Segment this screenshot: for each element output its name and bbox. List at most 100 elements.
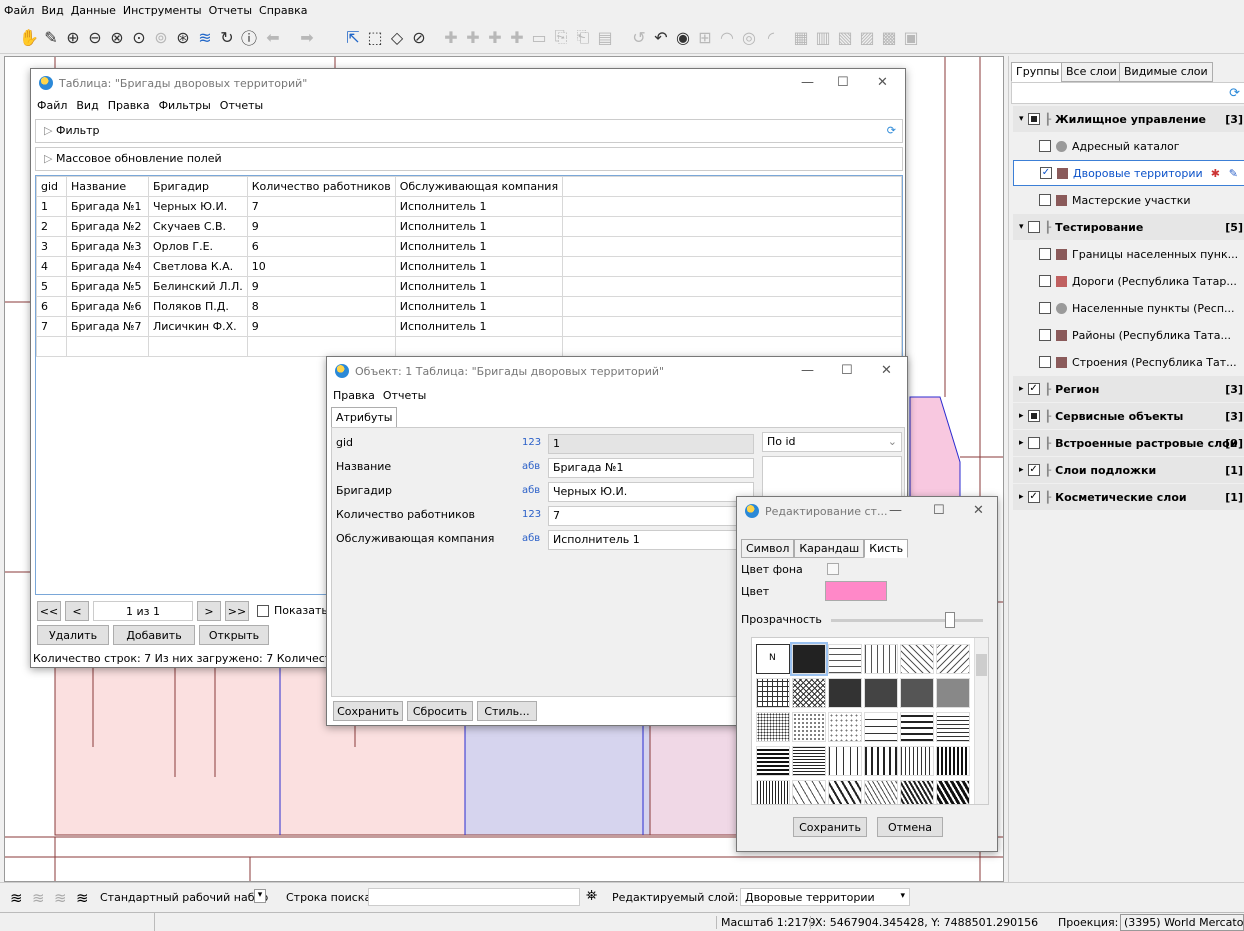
- brush-pattern[interactable]: [756, 780, 790, 804]
- close-icon[interactable]: ✕: [877, 75, 888, 90]
- table-cell[interactable]: 9: [246, 216, 396, 237]
- layer-checkbox[interactable]: [1027, 437, 1040, 449]
- layer-checkbox[interactable]: ✓: [1027, 491, 1040, 503]
- tab-visible-layers[interactable]: Видимые слои: [1119, 62, 1213, 82]
- table-cell[interactable]: 1: [36, 196, 67, 217]
- column-header[interactable]: Название: [66, 176, 149, 197]
- style-button[interactable]: Стиль...: [477, 701, 537, 721]
- menu-tools[interactable]: Инструменты: [123, 4, 202, 17]
- projection-select[interactable]: (3395) World Mercator WGS 84: [1120, 914, 1244, 931]
- layer-checkbox[interactable]: [1027, 221, 1040, 233]
- tab-groups[interactable]: Группы: [1011, 62, 1065, 82]
- color-swatch[interactable]: [825, 581, 887, 601]
- column-header[interactable]: Обслуживающая компания: [394, 176, 564, 197]
- brush-pattern[interactable]: [900, 746, 934, 776]
- table-cell[interactable]: Черных Ю.И.: [148, 196, 248, 217]
- layer-checkbox[interactable]: [1039, 194, 1051, 206]
- layer-checkbox[interactable]: [1039, 302, 1051, 314]
- layer-tree-item[interactable]: Дороги (Республика Татар...: [1013, 268, 1244, 294]
- add-object-icon[interactable]: ✚: [506, 26, 528, 48]
- layers-icon[interactable]: ≋: [54, 889, 67, 907]
- layer-checkbox[interactable]: [1039, 329, 1051, 341]
- field-value-input[interactable]: Исполнитель 1: [548, 530, 754, 550]
- save-button[interactable]: Сохранить: [333, 701, 403, 721]
- brush-pattern[interactable]: [936, 712, 970, 742]
- close-icon[interactable]: ✕: [881, 363, 892, 378]
- workset-select[interactable]: Стандартный рабочий набор: [100, 891, 268, 904]
- chevron-right-icon[interactable]: ▾: [1019, 222, 1024, 232]
- column-header[interactable]: gid: [36, 176, 67, 197]
- layer-tree-item[interactable]: Мастерские участки: [1013, 187, 1244, 213]
- layer-tree-item[interactable]: ✓ Дворовые территории ✱ ✎: [1013, 160, 1244, 186]
- brush-pattern[interactable]: [828, 644, 862, 674]
- table-row[interactable]: 2 Бригада №2 Скучаев С.В. 9 Исполнитель 1: [36, 216, 902, 237]
- select-polygon-icon[interactable]: ◇: [386, 26, 408, 48]
- tw-menu-file[interactable]: Файл: [37, 99, 67, 112]
- binoculars-icon[interactable]: ⛯: [586, 888, 597, 904]
- table-cell[interactable]: Поляков П.Д.: [148, 296, 248, 317]
- brush-pattern[interactable]: [790, 642, 828, 676]
- table-cell[interactable]: [66, 336, 149, 357]
- curve-icon[interactable]: ◜: [760, 26, 782, 48]
- brush-pattern[interactable]: [900, 780, 934, 804]
- table-cell[interactable]: 6: [36, 296, 67, 317]
- menu-help[interactable]: Справка: [259, 4, 307, 17]
- edit-style-icon[interactable]: ✱: [1211, 167, 1220, 180]
- prev-page-button[interactable]: <: [65, 601, 89, 621]
- brush-pattern[interactable]: N: [756, 644, 790, 674]
- layer-tree-item[interactable]: ▸ ✓ ┠ Регион [3]: [1013, 376, 1244, 402]
- menu-data[interactable]: Данные: [71, 4, 116, 17]
- table-cell[interactable]: Орлов Г.Е.: [148, 236, 248, 257]
- opacity-slider[interactable]: [831, 612, 983, 628]
- sync-icon[interactable]: ⟳: [1229, 86, 1240, 101]
- grid-icon-5[interactable]: ▩: [878, 26, 900, 48]
- brush-pattern[interactable]: [864, 712, 898, 742]
- undo-icon[interactable]: ↶: [650, 26, 672, 48]
- table-cell[interactable]: Бригада №3: [66, 236, 149, 257]
- select-rect-icon[interactable]: ⬚: [364, 26, 386, 48]
- layer-tree-item[interactable]: ▸ ┠ Сервисные объекты [3]: [1013, 403, 1244, 429]
- brush-pattern[interactable]: [936, 746, 970, 776]
- grid-icon-3[interactable]: ▧: [834, 26, 856, 48]
- table-row[interactable]: 5 Бригада №5 Белинский Л.Л. 9 Исполнитель 1: [36, 276, 902, 297]
- tab-attributes[interactable]: Атрибуты: [331, 407, 398, 427]
- table-cell[interactable]: Исполнитель 1: [394, 296, 564, 317]
- tab-brush[interactable]: Кисть: [864, 539, 909, 558]
- layer-checkbox[interactable]: [1039, 356, 1051, 368]
- tw-menu-view[interactable]: Вид: [76, 99, 98, 112]
- maximize-icon[interactable]: ☐: [841, 363, 853, 378]
- label-icon[interactable]: ▭: [528, 26, 550, 48]
- forward-arrow-icon[interactable]: ➡: [296, 26, 318, 48]
- brush-pattern[interactable]: [792, 678, 826, 708]
- layer-tree-item[interactable]: ▾ ┠ Тестирование [5]: [1013, 214, 1244, 240]
- table-row[interactable]: 3 Бригада №3 Орлов Г.Е. 6 Исполнитель 1: [36, 236, 902, 257]
- layer-checkbox[interactable]: [1039, 275, 1051, 287]
- brush-pattern[interactable]: [864, 678, 898, 708]
- zoom-in-icon[interactable]: ⊕: [62, 26, 84, 48]
- brush-pattern[interactable]: [756, 712, 790, 742]
- column-header[interactable]: Бригадир: [148, 176, 248, 197]
- field-value-input[interactable]: 7: [548, 506, 754, 526]
- rotate-icon[interactable]: ↺: [628, 26, 650, 48]
- sort-select[interactable]: По id ⌄: [762, 432, 902, 452]
- chevron-down-icon[interactable]: ▸: [1019, 492, 1024, 502]
- layer-checkbox[interactable]: ✓: [1027, 383, 1040, 395]
- brush-pattern[interactable]: [864, 780, 898, 804]
- layer-filter-bar[interactable]: ⟳: [1011, 82, 1244, 104]
- tab-pen[interactable]: Карандаш: [794, 539, 865, 558]
- table-row[interactable]: 4 Бригада №4 Светлова К.А. 10 Исполнитель 1: [36, 256, 902, 277]
- table-cell[interactable]: [246, 336, 396, 357]
- next-page-button[interactable]: >: [197, 601, 221, 621]
- arc-icon[interactable]: ◠: [716, 26, 738, 48]
- table-cell[interactable]: 8: [246, 296, 396, 317]
- copy-icon[interactable]: ⎘: [550, 26, 572, 48]
- table-cell[interactable]: Исполнитель 1: [394, 256, 564, 277]
- maximize-icon[interactable]: ☐: [933, 503, 945, 518]
- table-cell[interactable]: Бригада №5: [66, 276, 149, 297]
- bg-color-checkbox[interactable]: [827, 563, 839, 575]
- ow-menu-edit[interactable]: Правка: [333, 389, 375, 402]
- table-cell[interactable]: [562, 336, 902, 357]
- brush-pattern[interactable]: [756, 678, 790, 708]
- brush-pattern[interactable]: [828, 746, 862, 776]
- layer-tree-item[interactable]: ▾ ┠ Жилищное управление [3]: [1013, 106, 1244, 132]
